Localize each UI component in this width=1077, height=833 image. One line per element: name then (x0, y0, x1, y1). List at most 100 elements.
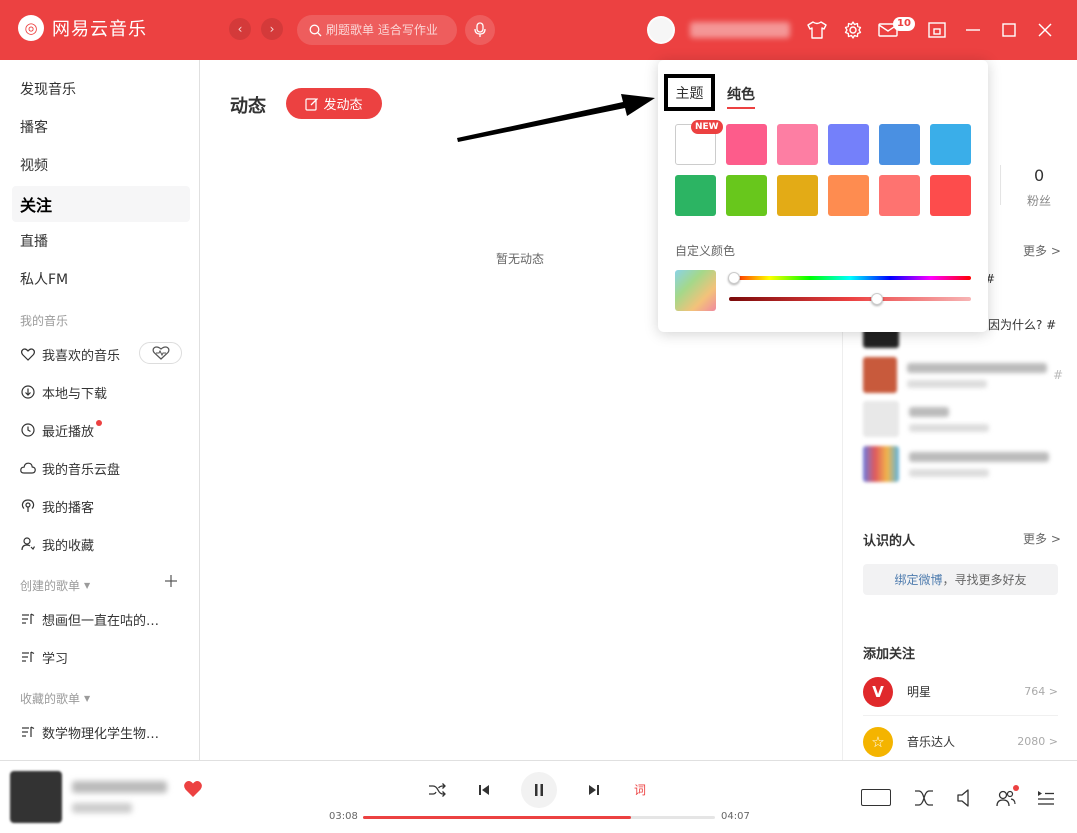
color-swatch[interactable] (675, 175, 716, 216)
color-swatch[interactable] (930, 124, 971, 165)
color-swatch[interactable] (828, 124, 869, 165)
next-icon (589, 785, 599, 795)
user-avatar[interactable] (647, 16, 675, 44)
playlist-item[interactable]: 数学物理化学生物… (20, 717, 190, 747)
app-name: 网易云音乐 (52, 19, 147, 40)
created-playlists-header[interactable]: 创建的歌单 ▼ (20, 577, 90, 594)
song-artist-blurred[interactable] (72, 803, 132, 813)
sidebar-item-label: 我的播客 (42, 500, 95, 516)
topic-thumbnail (863, 446, 899, 482)
hue-slider-handle[interactable] (727, 272, 740, 284)
sidebar-item-discover[interactable]: 发现音乐 (12, 71, 190, 107)
stat-divider (1000, 165, 1001, 205)
post-update-label: 发动态 (323, 98, 363, 113)
heartbeat-icon (152, 346, 169, 360)
next-button[interactable] (582, 778, 606, 802)
notification-dot (1013, 785, 1019, 791)
search-box[interactable] (297, 15, 457, 45)
playlist-icon (20, 724, 36, 740)
current-time: 03:08 (329, 811, 358, 822)
add-playlist-button[interactable] (164, 574, 180, 590)
playlist-item[interactable]: 想画但一直在咕的… (20, 604, 190, 634)
bind-weibo-link[interactable]: 绑定微博 (894, 571, 942, 588)
sound-effect-button[interactable] (913, 787, 935, 809)
app-logo[interactable]: ◎ 网易云音乐 (18, 15, 147, 41)
skin-button[interactable] (805, 18, 829, 42)
back-button[interactable]: ‹ (229, 18, 251, 40)
color-swatch[interactable] (879, 175, 920, 216)
sound-quality-button[interactable] (861, 789, 891, 806)
progress-bar[interactable] (363, 816, 715, 819)
sidebar: 发现音乐 播客 视频 关注 直播 私人FM 我的音乐 我喜欢的音乐 本地与下载 … (0, 60, 200, 760)
custom-color-preview[interactable] (675, 270, 716, 311)
mail-count-badge: 10 (893, 17, 915, 31)
topics-more-link[interactable]: 更多 > (1023, 242, 1061, 259)
lightness-slider-handle[interactable] (870, 293, 883, 305)
previous-icon (479, 785, 489, 795)
topic-item[interactable]: # (863, 356, 1063, 394)
microphone-icon (474, 22, 486, 37)
listen-together-button[interactable] (995, 785, 1019, 809)
lyrics-button[interactable]: 词 (634, 781, 646, 798)
playlist-label: 想画但一直在咕的… (42, 613, 160, 629)
follow-category-name: 音乐达人 (907, 735, 956, 749)
song-title-blurred[interactable] (72, 781, 167, 793)
color-swatch[interactable] (726, 124, 767, 165)
sidebar-item-video[interactable]: 视频 (12, 147, 190, 183)
playlist-label: 数学物理化学生物… (42, 726, 160, 742)
pause-button[interactable] (521, 772, 557, 808)
edit-icon (305, 97, 319, 111)
close-button[interactable] (1033, 18, 1057, 42)
sidebar-item-collection[interactable]: 我的收藏 (20, 529, 190, 559)
bind-weibo-box[interactable]: 绑定微博 ，寻找更多好友 (863, 564, 1058, 595)
album-cover[interactable] (10, 771, 62, 823)
follow-category-row[interactable]: ☆ 音乐达人 2080 > (863, 718, 1058, 766)
sidebar-item-recent[interactable]: 最近播放 (20, 415, 190, 445)
sidebar-item-cloud[interactable]: 我的音乐云盘 (20, 453, 190, 483)
liked-heart-icon[interactable] (183, 779, 203, 799)
hue-slider[interactable] (729, 276, 971, 280)
volume-button[interactable] (954, 787, 976, 809)
voice-search-button[interactable] (465, 15, 495, 45)
color-swatch[interactable] (828, 175, 869, 216)
close-icon (1038, 23, 1052, 37)
playlist-queue-button[interactable] (1035, 787, 1057, 809)
sidebar-item-follow[interactable]: 关注 (12, 186, 190, 222)
volume-icon (957, 789, 969, 807)
playlist-label: 学习 (42, 651, 69, 667)
color-swatch[interactable] (726, 175, 767, 216)
heartbeat-mode-button[interactable] (139, 342, 182, 364)
color-swatch[interactable] (879, 124, 920, 165)
search-icon (309, 24, 322, 36)
username-blurred[interactable] (690, 22, 790, 38)
topic-thumbnail (863, 401, 899, 437)
color-swatch[interactable] (777, 124, 818, 165)
shuffle-button[interactable] (425, 778, 449, 802)
sidebar-item-label: 我喜欢的音乐 (42, 348, 121, 364)
sidebar-item-local-download[interactable]: 本地与下载 (20, 377, 190, 407)
settings-button[interactable] (841, 18, 865, 42)
maximize-button[interactable] (997, 18, 1021, 42)
minimize-button[interactable] (961, 18, 985, 42)
tab-solid-color[interactable]: 纯色 (727, 84, 755, 109)
color-swatch[interactable] (930, 175, 971, 216)
sidebar-item-label: 我的收藏 (42, 538, 95, 554)
forward-button[interactable]: › (261, 18, 283, 40)
sidebar-item-podcast[interactable]: 播客 (12, 109, 190, 145)
sidebar-item-my-podcast[interactable]: 我的播客 (20, 491, 190, 521)
topic-item[interactable] (863, 400, 1063, 438)
mini-mode-button[interactable] (925, 18, 949, 42)
color-swatch[interactable] (777, 175, 818, 216)
search-input[interactable] (326, 23, 446, 37)
previous-button[interactable] (472, 778, 496, 802)
follow-category-row[interactable]: V 明星 764 > (863, 668, 1058, 716)
plus-icon (165, 575, 177, 587)
topic-item[interactable] (863, 445, 1063, 483)
post-update-button[interactable]: 发动态 (286, 88, 382, 119)
people-more-link[interactable]: 更多 > (1023, 530, 1061, 547)
lightness-slider[interactable] (729, 297, 971, 301)
queue-list-icon (1038, 791, 1054, 805)
collected-playlists-header[interactable]: 收藏的歌单 ▼ (20, 690, 90, 707)
fans-count[interactable]: 0 (1034, 166, 1044, 185)
playlist-item[interactable]: 学习 (20, 642, 190, 672)
